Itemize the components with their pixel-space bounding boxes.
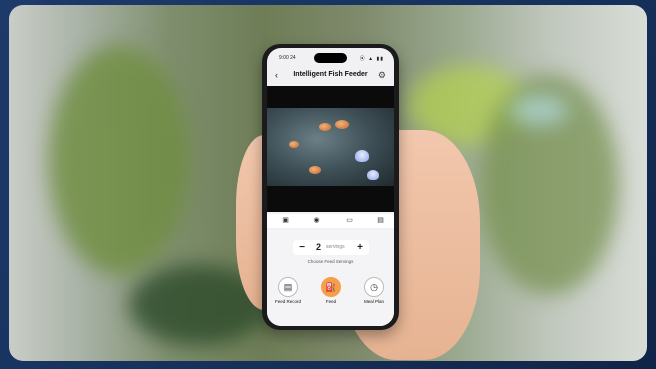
dynamic-island [314,53,347,63]
aquarium-feed [267,108,394,186]
chevron-left-icon[interactable]: ‹ [275,67,278,83]
camera-icon[interactable]: ◉ [312,217,321,225]
servings-stepper: − 2 servings + [293,240,369,255]
video-icon[interactable]: ▭ [345,217,354,225]
clock-icon: ◷ [364,277,384,297]
feed-button[interactable]: ⛽ Feed [316,277,346,304]
status-time: 9:00 24 [279,55,296,61]
gear-icon[interactable]: ⚙ [378,67,386,83]
servings-unit: servings [326,244,345,250]
status-icons: ⦿ ▲ ▮▮ [359,56,384,62]
feed-panel: − 2 servings + Choose Feed Servings ▤ Fe… [267,230,394,326]
app-screen: 9:00 24 ⦿ ▲ ▮▮ ‹ Intelligent Fish Feeder… [267,48,394,326]
servings-count: 2 [316,242,322,252]
page-title: Intelligent Fish Feeder [293,71,368,78]
image-icon[interactable]: ▣ [281,217,290,225]
feed-record-label: Feed Record [274,299,301,304]
document-icon: ▤ [278,277,298,297]
fish-feed-icon: ⛽ [321,277,341,297]
camera-toolbar: ▣ ◉ ▭ ▤ [267,214,394,228]
live-video[interactable] [267,86,394,212]
meal-plan-label: Meal Plan [363,299,384,304]
feed-record-button[interactable]: ▤ Feed Record [273,277,303,304]
smartphone: 9:00 24 ⦿ ▲ ▮▮ ‹ Intelligent Fish Feeder… [262,44,399,330]
feed-label: Feed [325,299,337,304]
screen-icon[interactable]: ▤ [376,217,385,225]
meal-plan-button[interactable]: ◷ Meal Plan [359,277,389,304]
minus-button[interactable]: − [295,240,309,255]
servings-hint: Choose Feed Servings [307,259,354,264]
plus-button[interactable]: + [353,240,367,255]
app-header: ‹ Intelligent Fish Feeder ⚙ [267,67,394,83]
